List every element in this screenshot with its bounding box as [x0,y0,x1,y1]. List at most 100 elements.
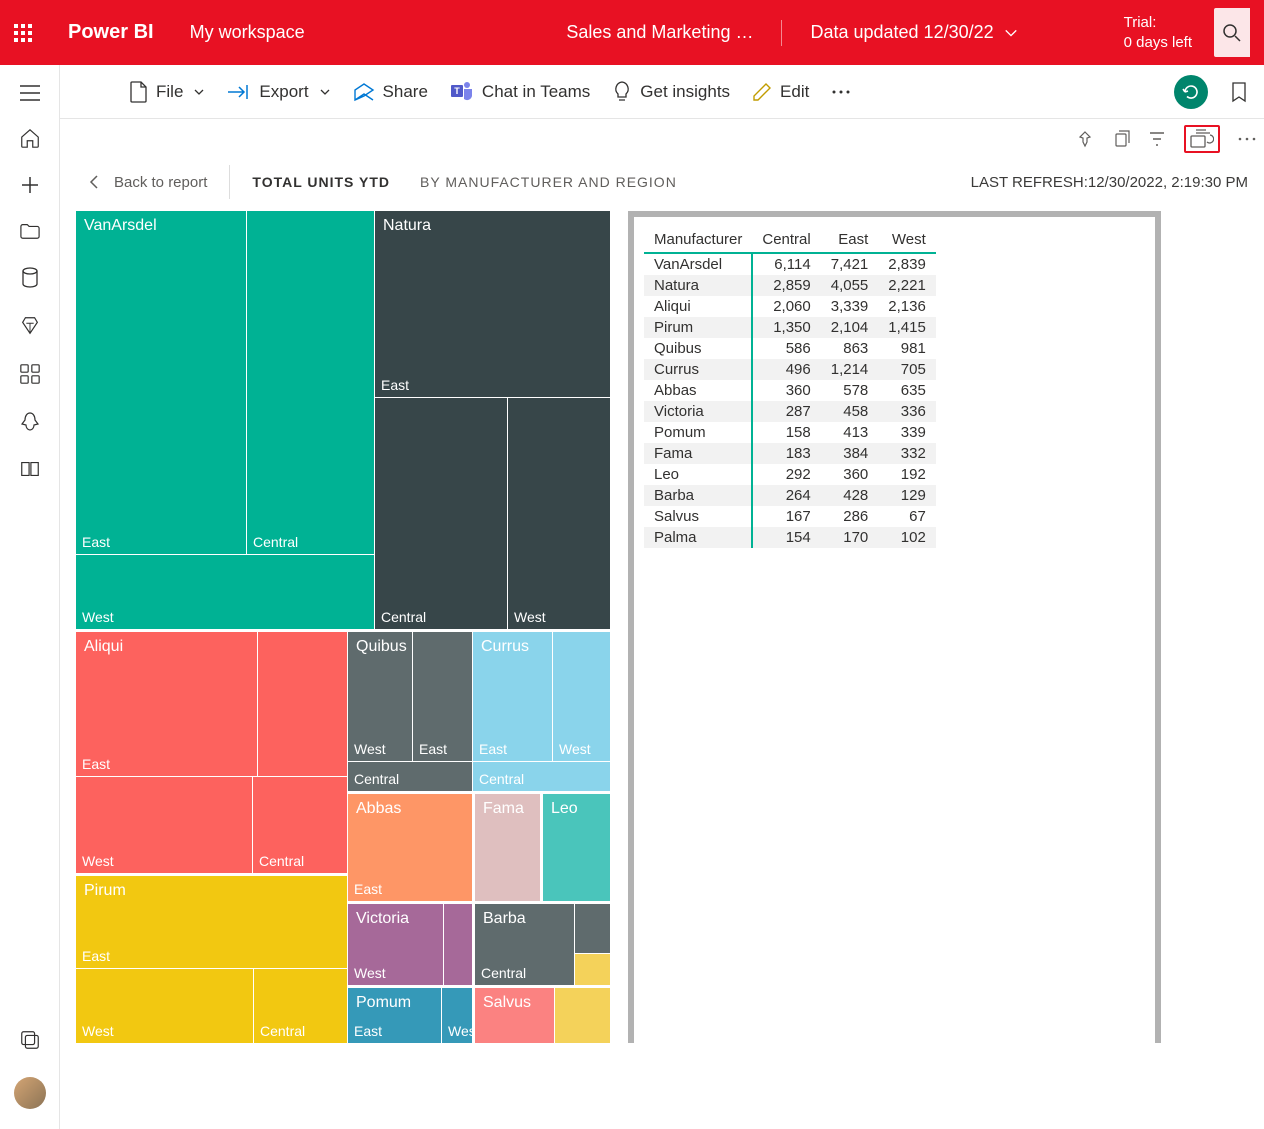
cell-east: 428 [821,485,879,506]
home-icon[interactable] [19,127,41,149]
app-launcher-icon[interactable] [14,24,32,42]
table-row[interactable]: Aliqui2,0603,3392,136 [644,296,936,317]
cell-east: 286 [821,506,879,527]
treemap-cell[interactable]: Barba Central [474,903,574,985]
table-row[interactable]: Currus4961,214705 [644,359,936,380]
cell-central: 154 [752,527,820,548]
cell-manufacturer: Pomum [644,422,752,443]
treemap-cell[interactable]: Pomum East [347,987,441,1043]
left-nav [0,65,60,1129]
cell-east: 3,339 [821,296,879,317]
treemap-cell[interactable]: Leo [542,793,610,901]
chat-teams-button[interactable]: T Chat in Teams [450,81,590,103]
workspaces-icon[interactable] [19,1029,41,1051]
copy-icon[interactable] [1112,130,1130,148]
table-row[interactable]: VanArsdel6,1147,4212,839 [644,253,936,275]
treemap-cell[interactable]: Natura East [374,211,610,397]
more-menu[interactable] [831,89,851,95]
treemap-cell[interactable] [554,987,610,1043]
deployment-icon[interactable] [20,411,40,433]
treemap-cell[interactable]: East [412,631,472,761]
table-row[interactable]: Leo292360192 [644,464,936,485]
treemap-cell[interactable]: Central [252,776,347,873]
data-hub-icon[interactable] [21,267,39,289]
table-row[interactable]: Fama183384332 [644,443,936,464]
search-button[interactable] [1214,8,1250,57]
treemap-cell[interactable]: Central [472,761,610,791]
treemap-cell[interactable]: Pirum East [76,875,347,968]
treemap-cell[interactable] [257,631,347,776]
back-to-report[interactable]: Back to report [88,174,207,191]
cell-east: 7,421 [821,253,879,275]
file-menu[interactable]: File [130,81,205,103]
col-central[interactable]: Central [752,227,820,253]
treemap-cell[interactable]: Central [347,761,472,791]
share-button[interactable]: Share [353,82,428,102]
treemap-visual[interactable]: VanArsdel East West Central Natura East … [76,211,610,1043]
treemap-cell[interactable] [574,953,610,985]
treemap-cell[interactable]: West [76,554,374,629]
divider [229,165,230,199]
cell-west: 129 [878,485,936,506]
table-row[interactable]: Victoria287458336 [644,401,936,422]
export-menu[interactable]: Export [227,82,330,102]
table-row[interactable]: Palma154170102 [644,527,936,548]
table-row[interactable]: Abbas360578635 [644,380,936,401]
workspace-link[interactable]: My workspace [190,22,305,43]
treemap-cell[interactable]: Central [374,397,507,629]
ellipsis-icon[interactable] [1238,136,1256,142]
apps-icon[interactable] [19,363,41,385]
cell-central: 183 [752,443,820,464]
data-table-visual[interactable]: Manufacturer Central East West VanArsdel… [628,211,1161,1043]
treemap-cell[interactable]: Salvus [474,987,554,1043]
cell-west: 102 [878,527,936,548]
treemap-cell[interactable]: Aliqui East [76,631,257,776]
table-row[interactable]: Salvus16728667 [644,506,936,527]
bookmark-icon[interactable] [1230,81,1248,103]
treemap-cell[interactable]: Fama [474,793,540,901]
treemap-cell[interactable]: West [507,397,610,629]
switch-layout-button[interactable] [1184,125,1220,153]
product-brand[interactable]: Power BI [68,21,154,44]
hamburger-icon[interactable] [20,85,40,101]
col-manufacturer[interactable]: Manufacturer [644,227,752,253]
treemap-cell[interactable] [574,903,610,953]
treemap-cell[interactable] [443,903,472,985]
treemap-cell[interactable]: Currus East [472,631,552,761]
metrics-icon[interactable] [19,315,41,337]
treemap-cell[interactable]: Abbas East [347,793,472,901]
table-row[interactable]: Barba264428129 [644,485,936,506]
cell-west: 981 [878,338,936,359]
reset-button[interactable] [1174,75,1208,109]
col-west[interactable]: West [878,227,936,253]
treemap-cell[interactable]: Central [253,968,347,1043]
treemap-cell[interactable]: Quibus West [347,631,412,761]
treemap-cell[interactable]: Victoria West [347,903,443,985]
treemap-cell[interactable]: West [76,968,253,1043]
treemap-cell[interactable]: West [441,987,472,1043]
data-updated-dropdown[interactable]: Data updated 12/30/22 [810,22,1017,43]
treemap-cell[interactable]: Central [246,211,374,554]
create-icon[interactable] [20,175,40,195]
table-row[interactable]: Quibus586863981 [644,338,936,359]
table-row[interactable]: Pomum158413339 [644,422,936,443]
cell-manufacturer: Victoria [644,401,752,422]
user-avatar[interactable] [14,1077,46,1109]
cell-west: 2,839 [878,253,936,275]
treemap-cell[interactable]: West [76,776,252,873]
cell-west: 192 [878,464,936,485]
search-icon [1222,23,1242,43]
table-row[interactable]: Natura2,8594,0552,221 [644,275,936,296]
pin-icon[interactable] [1076,130,1094,148]
col-east[interactable]: East [821,227,879,253]
browse-icon[interactable] [19,221,41,241]
treemap-cell[interactable]: West [552,631,610,761]
edit-button[interactable]: Edit [752,82,809,102]
learn-icon[interactable] [19,459,41,479]
filter-icon[interactable] [1148,130,1166,148]
report-title: Sales and Marketing … [566,22,753,43]
insights-button[interactable]: Get insights [612,81,730,103]
table-row[interactable]: Pirum1,3502,1041,415 [644,317,936,338]
cell-central: 2,859 [752,275,820,296]
trial-status[interactable]: Trial: 0 days left [1124,13,1192,52]
